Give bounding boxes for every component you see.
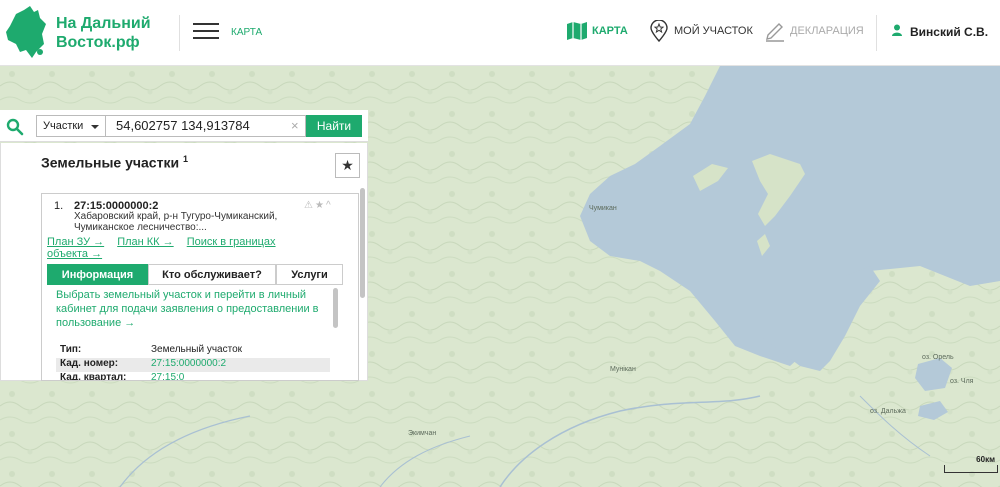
map-label-munikan: Мунікан: [610, 366, 636, 373]
info-row-quarter: Кад. квартал: 27:15:0: [56, 372, 330, 381]
nav-my-plot-label: МОЙ УЧАСТОК: [674, 25, 753, 37]
info-value[interactable]: 27:15:0000000:2: [151, 358, 330, 372]
select-plot-link[interactable]: Выбрать земельный участок и перейти в ли…: [56, 288, 326, 330]
divider: [876, 15, 877, 51]
tab-who-serves[interactable]: Кто обслуживает?: [148, 264, 276, 285]
logo-line-1: На Дальний: [56, 15, 151, 32]
info-value: Земельный участок: [151, 344, 243, 355]
link-plan-kk[interactable]: План КК →: [117, 236, 173, 248]
top-header: На Дальний Восток.рф КАРТА КАРТА МОЙ УЧА…: [0, 0, 1000, 66]
search-bar: Участки 54,602757 134,913784 × Найти: [0, 110, 368, 142]
info-value[interactable]: 27:15:0: [151, 372, 330, 380]
result-tabs: Информация Кто обслуживает? Услуги: [47, 264, 343, 285]
result-card[interactable]: 1. 27:15:0000000:2 Хабаровский край, р-н…: [41, 193, 359, 381]
nav-map[interactable]: КАРТА: [566, 20, 628, 42]
info-row-cadastral: Кад. номер: 27:15:0000000:2: [56, 358, 330, 372]
results-panel: Земельные участки 1 ★ 1. 27:15:0000000:2…: [0, 143, 368, 381]
divider: [179, 15, 180, 51]
result-count: 1: [182, 154, 188, 164]
far-east-logo-icon[interactable]: [4, 4, 48, 58]
chevron-down-icon: [91, 125, 99, 129]
search-input[interactable]: 54,602757 134,913784: [106, 115, 306, 137]
logo-line-2: Восток.рф: [56, 34, 140, 51]
clear-icon[interactable]: ×: [291, 118, 299, 133]
collapse-icon[interactable]: ^: [326, 200, 333, 211]
nav-map-label: КАРТА: [592, 25, 628, 37]
info-key: Кад. квартал:: [60, 372, 127, 381]
map-icon: [566, 20, 588, 42]
panel-scrollbar[interactable]: [360, 188, 365, 298]
nav-declaration-label: ДЕКЛАРАЦИЯ: [790, 25, 864, 37]
map-label-dalzha: оз. Дальжа: [870, 408, 906, 415]
result-index: 1.: [54, 200, 64, 212]
result-links: План ЗУ → План КК → Поиск в границах объ…: [47, 236, 317, 260]
star-icon: ★: [341, 157, 354, 173]
search-type-value: Участки: [43, 120, 84, 132]
result-address: Хабаровский край, р-н Тугуро-Чумиканский…: [74, 211, 278, 233]
tab-information[interactable]: Информация: [47, 264, 148, 285]
user-icon: [892, 24, 902, 39]
logo-text[interactable]: На Дальний Восток.рф: [56, 14, 166, 52]
map-pin-icon: [648, 20, 670, 42]
link-plan-zu[interactable]: План ЗУ →: [47, 236, 104, 248]
map-label-ekimchan: Экимчан: [408, 430, 437, 437]
map-scale-bar: 60км: [944, 455, 998, 473]
menu-section-label: КАРТА: [231, 27, 263, 38]
find-button[interactable]: Найти: [306, 115, 362, 137]
map-label-orel: оз. Орель: [922, 354, 954, 361]
warning-icon[interactable]: ⚠: [304, 200, 315, 211]
star-icon[interactable]: ★: [315, 200, 326, 211]
map-scale-label: 60км: [976, 455, 995, 464]
user-menu[interactable]: Винский С.В.: [892, 24, 988, 39]
map-label-chumikan: Чумикан: [589, 205, 617, 212]
user-name: Винский С.В.: [910, 24, 989, 39]
card-tools: ⚠★^: [304, 200, 333, 211]
hamburger-menu-icon[interactable]: [193, 23, 219, 41]
search-type-select[interactable]: Участки: [36, 115, 106, 137]
nav-declaration[interactable]: ДЕКЛАРАЦИЯ: [764, 20, 864, 42]
panel-title-text: Земельные участки: [41, 154, 180, 171]
pencil-icon: [764, 20, 786, 42]
tab-services[interactable]: Услуги: [276, 264, 343, 285]
map-label-chlya: оз. Чля: [950, 378, 974, 385]
search-icon[interactable]: [6, 118, 24, 136]
info-key: Тип:: [60, 344, 82, 355]
nav-my-plot[interactable]: МОЙ УЧАСТОК: [648, 20, 753, 42]
panel-title: Земельные участки 1: [41, 154, 188, 171]
favorites-star-button[interactable]: ★: [335, 153, 360, 178]
info-key: Кад. номер:: [60, 358, 119, 369]
card-scrollbar[interactable]: [333, 288, 338, 328]
info-row-type: Тип: Земельный участок: [56, 344, 330, 358]
